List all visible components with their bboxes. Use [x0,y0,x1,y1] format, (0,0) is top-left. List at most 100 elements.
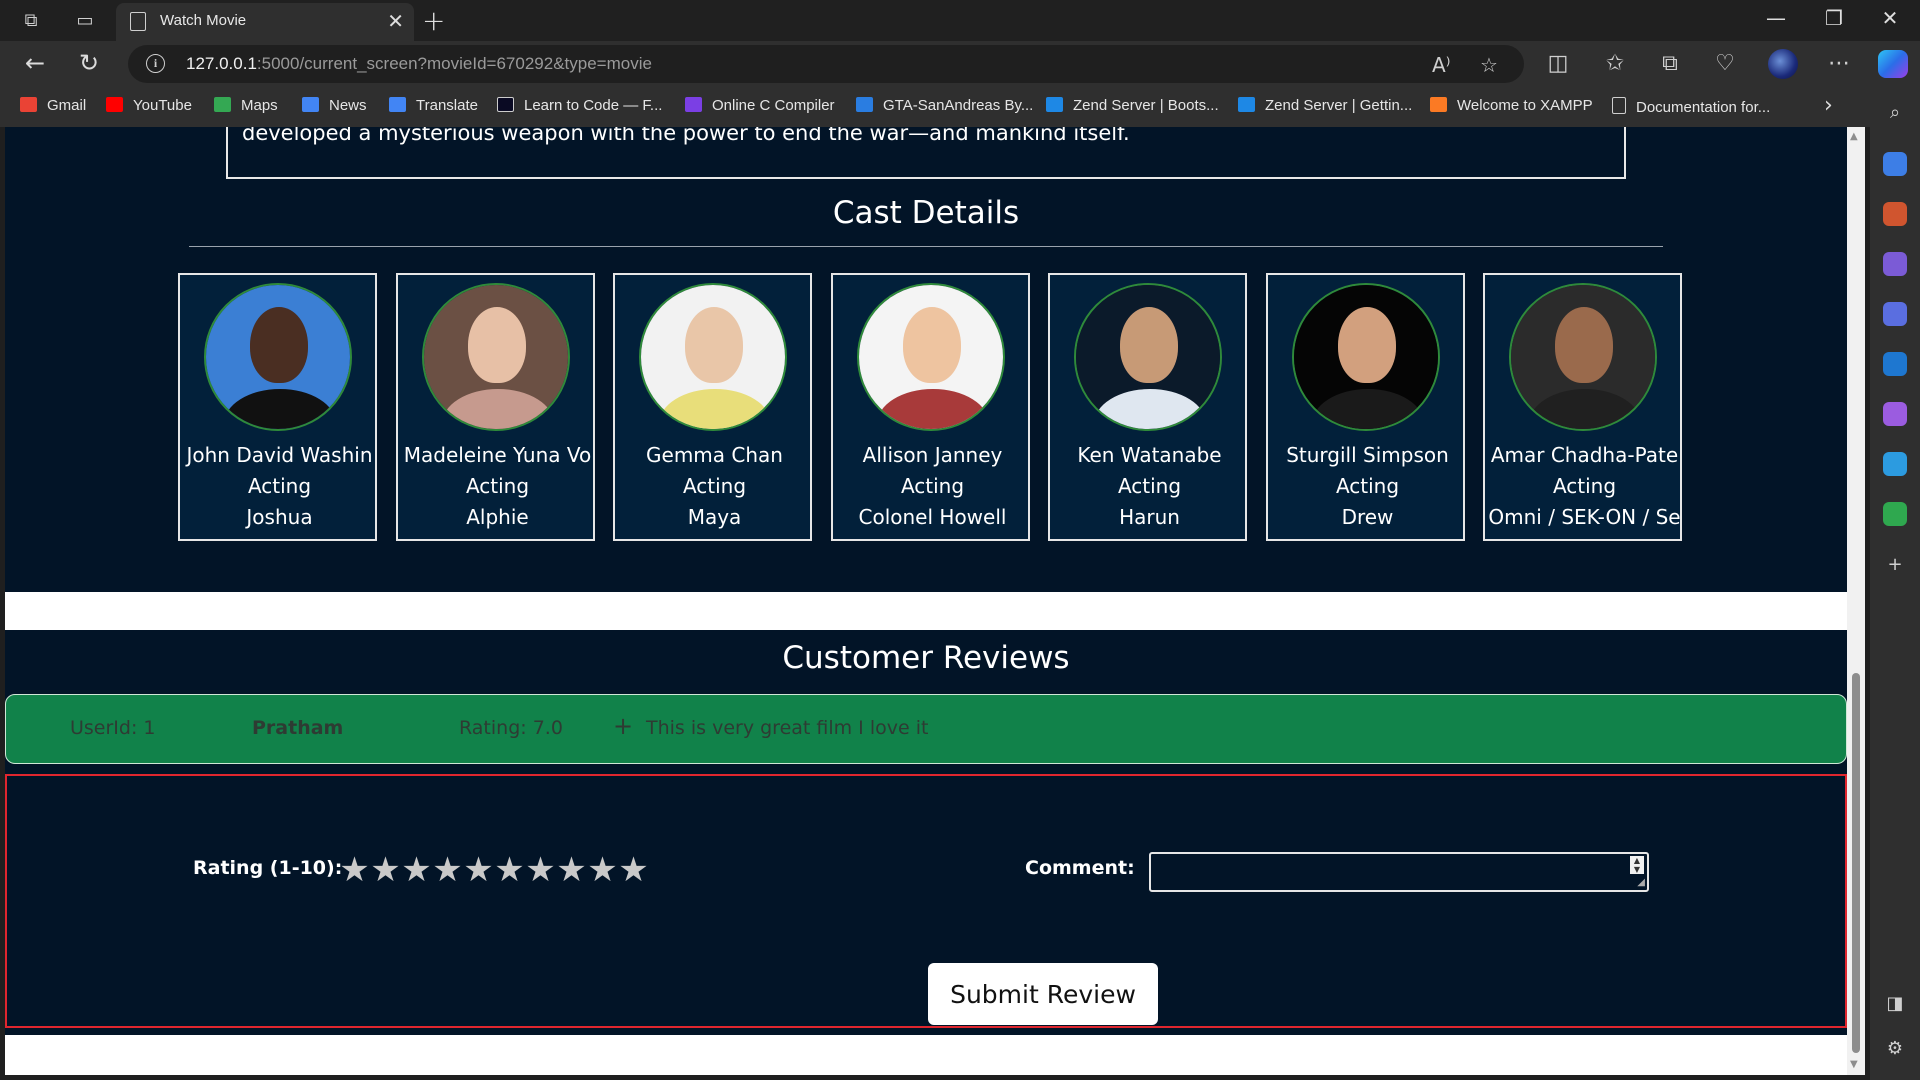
favorites-icon[interactable]: ✩ [1600,51,1630,76]
read-aloud-icon[interactable]: A⁾ [1432,53,1451,77]
cast-photo [639,283,787,431]
cast-photo [857,283,1005,431]
submit-review-button[interactable]: Submit Review [928,963,1158,1025]
bookmark-documentation[interactable]: Documentation for... [1612,97,1770,117]
refresh-button[interactable]: ↻ [74,49,104,77]
edge-sidebar: ⌕ + ◨ ⚙ [1870,87,1920,1080]
cast-card[interactable]: Gemma Chan Acting Maya [613,273,812,541]
cast-name: Gemma Chan [646,443,783,467]
sidebar-toggle-icon[interactable]: ◨ [1883,992,1907,1016]
bookmark-label: YouTube [133,97,192,114]
minimize-button[interactable]: — [1756,6,1796,30]
cast-name: John David Washin [186,443,373,467]
bookmark-youtube[interactable]: YouTube [106,97,192,117]
cast-card[interactable]: Madeleine Yuna Vo Acting Alphie [396,273,595,541]
bookmark-online-c-compiler[interactable]: Online C Compiler [685,97,835,117]
cast-card[interactable]: Allison Janney Acting Colonel Howell [831,273,1030,541]
close-tab-icon[interactable]: ✕ [387,9,404,33]
address-bar[interactable]: i 127.0.0.1:5000/current_screen?movieId=… [128,45,1524,83]
cast-card[interactable]: Amar Chadha-Pate Acting Omni / SEK-ON / … [1483,273,1682,541]
plus-icon[interactable]: + [613,712,633,740]
toolbox-icon[interactable] [1883,202,1907,226]
bookmark-label: News [329,97,367,114]
bookmarks-bar: Gmail YouTube Maps News Translate Learn … [0,87,1870,127]
cast-card[interactable]: Sturgill Simpson Acting Drew [1266,273,1465,541]
tree-icon[interactable] [1883,502,1907,526]
star-icon[interactable]: ★ [618,852,649,888]
cast-photo [422,283,570,431]
page-scrollbar[interactable]: ▲ ▼ [1847,127,1865,1075]
star-icon[interactable]: ★ [525,852,556,888]
url-text[interactable]: 127.0.0.1:5000/current_screen?movieId=67… [186,54,652,74]
star-icon[interactable]: ★ [556,852,587,888]
star-icon[interactable]: ★ [494,852,525,888]
rating-stars[interactable]: ★★★★★★★★★★ [339,852,649,888]
bookmark-zend-server-getting[interactable]: Zend Server | Gettin... [1238,97,1412,117]
bookmark-gmail[interactable]: Gmail [20,97,86,117]
review-rating: Rating: 7.0 [459,717,563,739]
bookmark-zend-server-boots[interactable]: Zend Server | Boots... [1046,97,1219,117]
settings-gear-icon[interactable]: ⚙ [1883,1037,1907,1061]
bookmark-label: Gmail [47,97,87,114]
workspaces-icon[interactable]: ⧉ [18,8,44,34]
spinner-icon[interactable]: ▲ ▼ [1630,856,1644,874]
maps-icon [214,97,231,112]
cast-name: Madeleine Yuna Vo [403,443,592,467]
copilot-sidebar-icon[interactable] [1883,302,1907,326]
browser-title-bar: ⧉ ▭ Watch Movie ✕ + — ❐ ✕ [0,0,1920,41]
copilot-icon[interactable] [1878,50,1908,78]
bookmark-freecodecamp[interactable]: Learn to Code — F... [497,97,662,117]
collections-icon[interactable]: ⧉ [1655,51,1685,76]
cast-name: Sturgill Simpson [1286,443,1449,467]
bookmark-maps[interactable]: Maps [214,97,278,117]
bookmark-gta-sanandreas[interactable]: GTA-SanAndreas By... [856,97,1033,117]
cast-department: Acting [1335,474,1400,498]
overview-box: developed a mysterious weapon with the p… [226,127,1626,179]
back-button[interactable]: ← [20,49,50,77]
designer-icon[interactable] [1883,402,1907,426]
comment-textarea[interactable]: ▲ ▼ ◢ [1149,852,1649,892]
games-icon[interactable] [1883,252,1907,276]
star-icon[interactable]: ★ [587,852,618,888]
search-icon[interactable]: ⌕ [1883,101,1907,125]
bookmark-label: GTA-SanAndreas By... [883,97,1034,114]
site-info-icon[interactable]: i [146,54,165,73]
tab-watch-movie[interactable]: Watch Movie ✕ [116,3,414,41]
tab-actions-icon[interactable]: ▭ [72,8,98,34]
favorite-star-icon[interactable]: ☆ [1480,53,1498,77]
cast-card[interactable]: John David Washin Acting Joshua [178,273,377,541]
send-icon[interactable] [1883,452,1907,476]
cast-photo [204,283,352,431]
gta-icon [856,97,873,112]
bookmark-xampp[interactable]: Welcome to XAMPP [1430,97,1593,117]
star-icon[interactable]: ★ [432,852,463,888]
shopping-tag-icon[interactable] [1883,152,1907,176]
star-icon[interactable]: ★ [370,852,401,888]
scroll-up-icon[interactable]: ▲ [1850,131,1858,142]
bookmark-news[interactable]: News [302,97,367,117]
comment-label: Comment: [1025,857,1135,879]
browser-essentials-icon[interactable]: ♡ [1710,51,1740,76]
scroll-down-icon[interactable]: ▼ [1850,1059,1858,1070]
cast-card[interactable]: Ken Watanabe Acting Harun [1048,273,1247,541]
star-icon[interactable]: ★ [463,852,494,888]
resize-grip-icon[interactable]: ◢ [1637,877,1645,888]
profile-avatar[interactable] [1768,49,1798,79]
gmail-icon [20,97,37,112]
new-tab-button[interactable]: + [422,4,445,37]
chevron-right-icon[interactable]: › [1824,93,1833,118]
bookmark-translate[interactable]: Translate [389,97,478,117]
outlook-icon[interactable] [1883,352,1907,376]
star-icon[interactable]: ★ [401,852,432,888]
scrollbar-thumb[interactable] [1852,673,1860,1053]
section-spacer [5,592,1847,630]
cast-character: Drew [1341,505,1394,529]
star-icon[interactable]: ★ [339,852,370,888]
more-menu-icon[interactable]: ⋯ [1824,51,1854,76]
close-window-button[interactable]: ✕ [1870,6,1910,30]
cast-department: Acting [247,474,312,498]
add-icon[interactable]: + [1883,553,1907,577]
restore-button[interactable]: ❐ [1814,6,1854,30]
split-screen-icon[interactable]: ◫ [1543,51,1573,76]
review-item: UserId: 1 Pratham Rating: 7.0 + This is … [5,694,1847,764]
